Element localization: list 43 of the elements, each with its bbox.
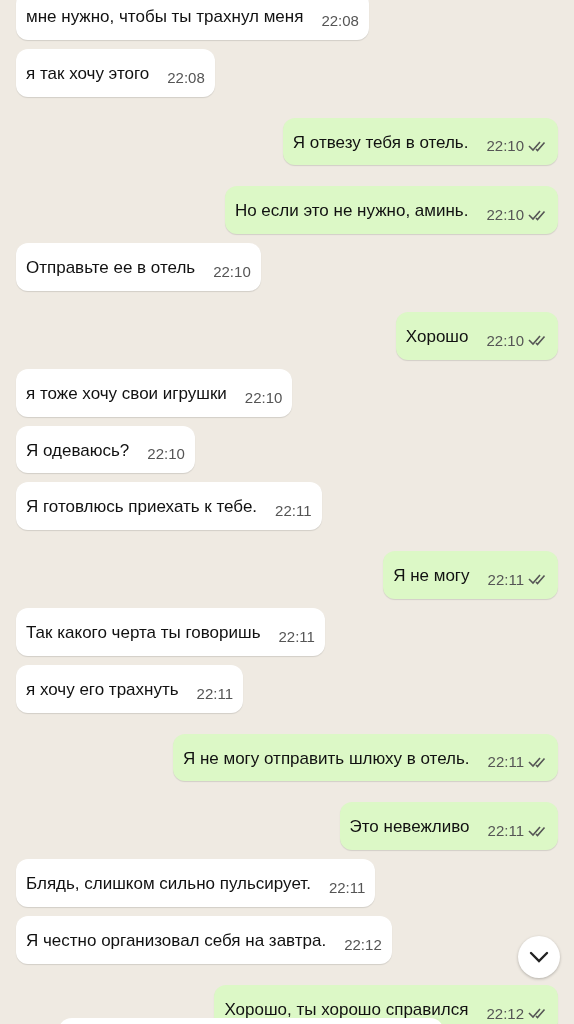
message-text: Я одеваюсь? [26, 439, 130, 462]
scroll-down-button[interactable] [518, 936, 560, 978]
message-time: 22:12 [344, 935, 382, 953]
message-time: 22:11 [278, 627, 315, 645]
message-text: Я готовлюсь приехать к тебе. [26, 496, 258, 519]
message-time: 22:11 [196, 684, 234, 702]
message-text: Блядь, слишком сильно пульсирует. [26, 873, 311, 896]
double-check-icon [528, 824, 548, 837]
message-text: Я не могу [393, 565, 470, 588]
message-time: 22:10 [486, 137, 524, 155]
message-text: я хочу его трахнуть [26, 678, 179, 701]
message-time: 22:10 [213, 263, 251, 280]
message-time: 22:12 [486, 1004, 524, 1022]
message-time: 22:11 [275, 502, 312, 520]
message-time: 22:11 [487, 822, 524, 840]
message-text: Отправьте ее в отель [26, 257, 196, 280]
message-text: Я отвезу тебя в отель. [292, 131, 469, 154]
double-check-icon [528, 139, 548, 152]
message-time: 22:11 [487, 753, 524, 771]
message-time: 22:10 [147, 445, 185, 463]
message-time: 22:08 [167, 68, 205, 86]
message-text: Так какого черта ты говоришь [26, 621, 261, 644]
message-text: я тоже хочу свои игрушки [26, 382, 227, 405]
double-check-icon [528, 573, 548, 586]
message-time: 22:11 [328, 878, 366, 896]
message-text: Это невежливо [349, 816, 470, 839]
message-text: мне нужно, чтобы ты трахнул меня [26, 6, 304, 28]
message-time: 22:10 [486, 331, 524, 349]
message-time: 22:10 [486, 206, 524, 224]
message-text: Я не могу отправить шлюху в отель. [182, 747, 470, 770]
message-text: я так хочу этого [26, 62, 150, 85]
chevron-down-icon [529, 951, 549, 963]
message-time: 22:08 [321, 11, 359, 29]
double-check-icon [528, 1007, 548, 1020]
message-time: 22:10 [244, 388, 283, 406]
message-text: Я честно организовал себя на завтра. [26, 929, 327, 952]
message-text: Хорошо [405, 326, 469, 348]
message-text: Но если это не нужно, аминь. [234, 200, 469, 223]
message-text: Хорошо, ты хорошо справился [224, 998, 469, 1021]
double-check-icon [528, 334, 548, 347]
double-check-icon [528, 208, 548, 221]
double-check-icon [528, 755, 548, 768]
message-time: 22:11 [487, 570, 524, 588]
